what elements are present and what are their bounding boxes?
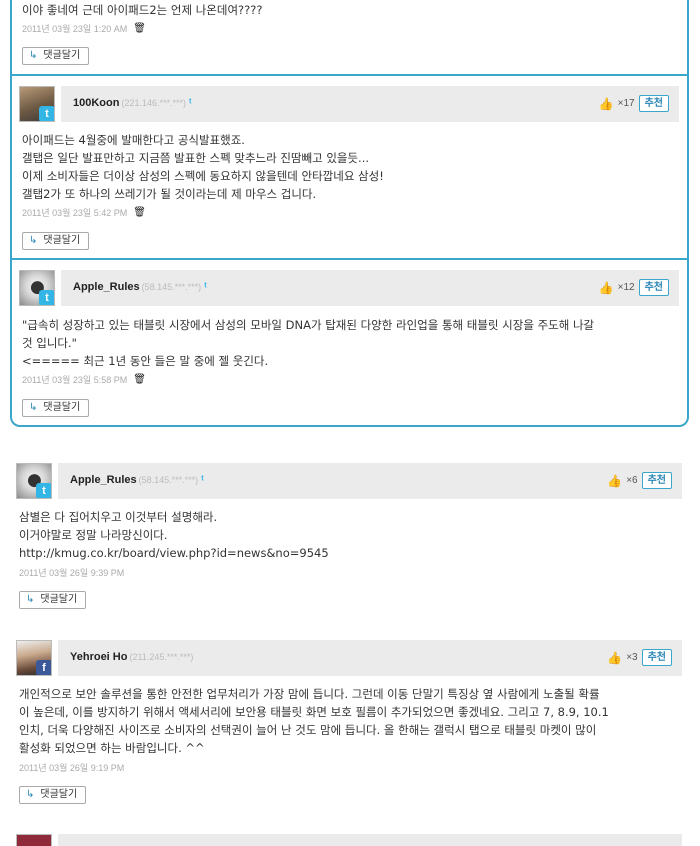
thumbs-up-icon: 👍 (607, 650, 623, 665)
avatar[interactable]: f (16, 640, 52, 676)
twitter-icon[interactable]: ᵗ (204, 281, 206, 293)
twitter-icon[interactable]: ᵗ (189, 97, 191, 109)
avatar[interactable]: t (19, 86, 55, 122)
author-name[interactable]: Yehroei Ho (211.245.***.***) (70, 651, 193, 663)
reply-button-label: 댓글달기 (43, 50, 81, 61)
thumbs-up-icon: 👍 (607, 473, 623, 488)
trash-icon[interactable]: 🗑 (133, 207, 146, 218)
comment-date: 2011년 03월 23일 1:20 AM (22, 24, 128, 34)
reply-button-label: 댓글달기 (43, 235, 81, 246)
reply-arrow-icon: ↳ (29, 402, 38, 413)
comment-date: 2011년 03월 26일 9:19 PM (19, 763, 125, 773)
reply-button[interactable]: ↳ 댓글달기 (22, 232, 90, 250)
comment-header: Yehroei Ho (211.245.***.***) 👍 ×3 추천 (58, 640, 682, 676)
recommend-count: ×12 (617, 282, 635, 293)
comment-meta: 2011년 03월 26일 9:19 PM (19, 761, 124, 774)
twitter-icon: t (36, 483, 51, 498)
comment-text: 이야 좋네여 근데 아이패드2는 언제 나온데여???? (22, 3, 263, 17)
author-ip: (211.245.***.***) (129, 652, 194, 662)
recommend-button[interactable]: 추천 (641, 649, 672, 666)
reply-button-label: 댓글달기 (40, 594, 78, 605)
twitter-icon: t (39, 106, 54, 121)
author-name[interactable]: Apple_Rules (58.145.***.***) ᵗ (70, 474, 204, 486)
recommend-button[interactable]: 추천 (641, 472, 672, 489)
comment-meta: 2011년 03월 23일 1:20 AM 🗑 (22, 22, 146, 35)
recommend-count: ×17 (617, 98, 635, 109)
avatar[interactable]: ● t (16, 463, 52, 499)
author-name[interactable]: Apple_Rules (58.145.***.***) ᵗ (73, 281, 207, 293)
reply-button[interactable]: ↳ 댓글달기 (19, 786, 87, 804)
recommend-group: 👍 ×3 추천 (607, 649, 672, 666)
trash-icon[interactable]: 🗑 (133, 23, 146, 34)
comment-meta: 2011년 03월 23일 5:42 PM 🗑 (22, 206, 146, 219)
comment-text: 개인적으로 보안 솔루션을 통한 안전한 업무처리가 가장 맘에 듭니다. 그런… (19, 687, 609, 755)
reply-arrow-icon: ↳ (26, 594, 35, 605)
reply-button[interactable]: ↳ 댓글달기 (19, 591, 87, 609)
recommend-count: ×6 (626, 475, 638, 486)
twitter-icon: t (39, 290, 54, 305)
comment-meta: 2011년 03월 23일 5:58 PM 🗑 (22, 373, 146, 386)
reply-button-label: 댓글달기 (40, 789, 78, 800)
author-ip: (221.146.***.***) (121, 98, 187, 108)
reply-button-label: 댓글달기 (43, 402, 81, 413)
reply-arrow-icon: ↳ (29, 235, 38, 246)
twitter-icon[interactable]: ᵗ (201, 474, 203, 486)
comment-header (58, 834, 682, 846)
author-ip: (58.145.***.***) (138, 475, 199, 485)
avatar[interactable]: ● t (19, 270, 55, 306)
thumbs-up-icon: 👍 (598, 96, 614, 111)
recommend-group: 👍 ×17 추천 (599, 95, 669, 112)
trash-icon[interactable]: 🗑 (133, 374, 146, 385)
comment-header: 100Koon (221.146.***.***) ᵗ 👍 ×17 추천 (61, 86, 679, 122)
recommend-group: 👍 ×12 추천 (599, 279, 669, 296)
reply-arrow-icon: ↳ (26, 789, 35, 800)
comment-text: 아이패드는 4월중에 발매한다고 공식발표했죠. 갤탭은 일단 발표만하고 지금… (22, 133, 384, 201)
thumbs-up-icon: 👍 (598, 280, 614, 295)
reply-arrow-icon: ↳ (29, 50, 38, 61)
thread-divider (10, 258, 689, 260)
thread-divider (10, 74, 689, 76)
reply-button[interactable]: ↳ 댓글달기 (22, 47, 90, 65)
author-name[interactable]: 100Koon (221.146.***.***) ᵗ (73, 97, 191, 109)
reply-button[interactable]: ↳ 댓글달기 (22, 399, 90, 417)
author-ip: (58.145.***.***) (141, 282, 202, 292)
recommend-button[interactable]: 추천 (638, 95, 669, 112)
facebook-icon: f (36, 660, 51, 675)
comment-date: 2011년 03월 26일 9:39 PM (19, 568, 125, 578)
recommend-group: 👍 ×6 추천 (607, 472, 672, 489)
recommend-button[interactable]: 추천 (638, 279, 669, 296)
comment-meta: 2011년 03월 26일 9:39 PM (19, 566, 124, 579)
comment-header: Apple_Rules (58.145.***.***) ᵗ 👍 ×6 추천 (58, 463, 682, 499)
comment-header: Apple_Rules (58.145.***.***) ᵗ 👍 ×12 추천 (61, 270, 679, 306)
comment-date: 2011년 03월 23일 5:42 PM (22, 208, 128, 218)
comment-text: "급속히 성장하고 있는 태블릿 시장에서 삼성의 모바일 DNA가 탑재된 다… (22, 318, 595, 368)
avatar[interactable] (16, 834, 52, 846)
comment-text: 삼별은 다 집어치우고 이것부터 설명해라. 이거야말로 정말 나라망신이다. … (19, 510, 329, 560)
comment-date: 2011년 03월 23일 5:58 PM (22, 375, 128, 385)
recommend-count: ×3 (626, 652, 638, 663)
